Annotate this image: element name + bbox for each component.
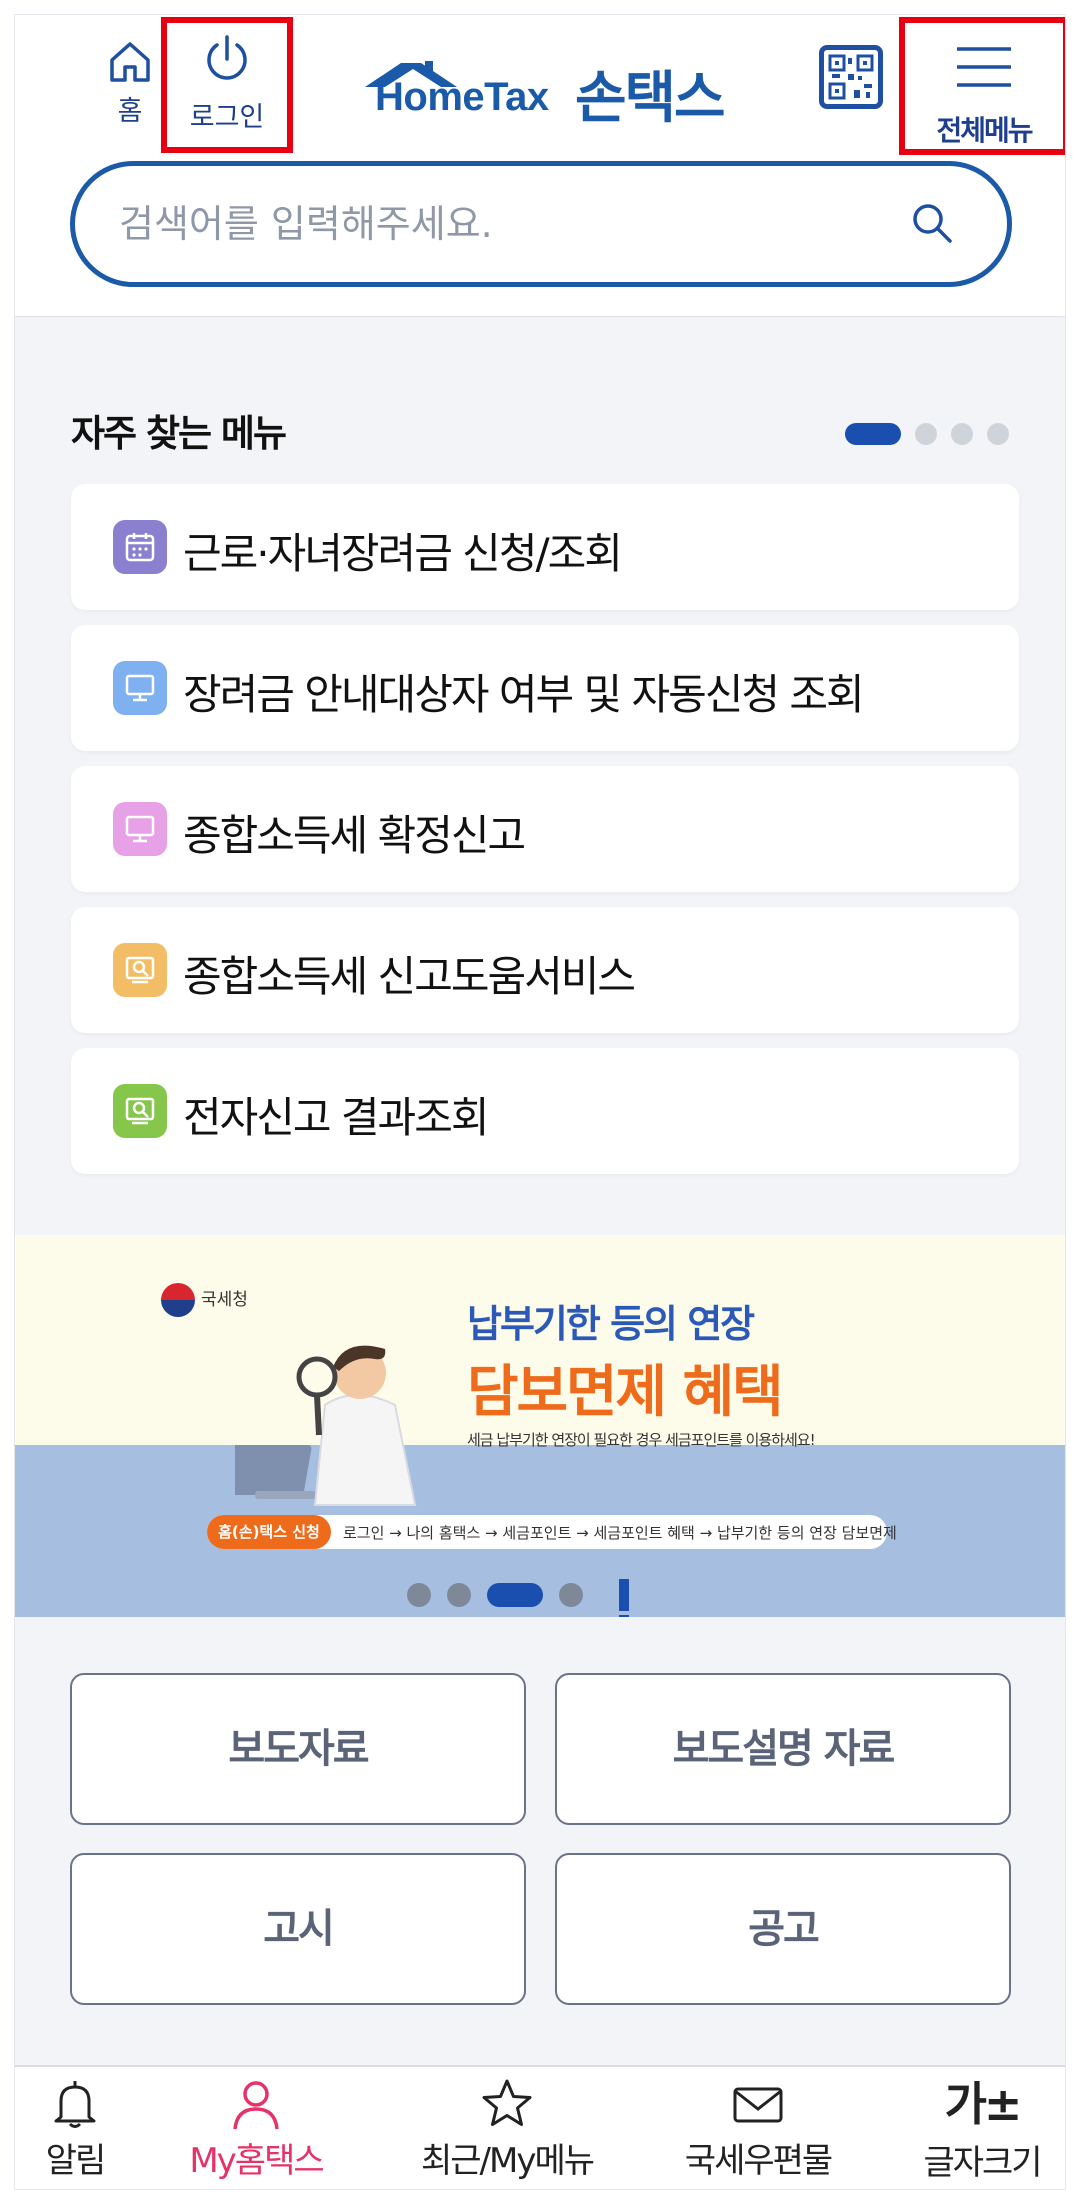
login-label: 로그인 <box>189 102 265 133</box>
pause-icon[interactable] <box>619 1579 653 1611</box>
all-menu-button[interactable]: 전체메뉴 <box>899 17 1065 155</box>
frequent-item-label: 근로·자녀장려금 신청/조회 <box>183 529 623 578</box>
notice-button[interactable]: 고시 <box>70 1853 526 2005</box>
person-icon <box>233 2081 279 2130</box>
search-icon[interactable] <box>909 200 955 246</box>
nav-label: 알림 <box>45 2141 107 2181</box>
frequent-item-label: 장려금 안내대상자 여부 및 자동신청 조회 <box>183 670 865 719</box>
power-icon <box>207 35 247 80</box>
person-magnifier-illustration <box>235 1345 417 1506</box>
nav-label: 최근/My메뉴 <box>420 2141 595 2181</box>
app-screen: 홈 로그인 HomeTax 손택스 전체메뉴 검색어를 입력해주세요. 자주 찾… <box>14 14 1066 2190</box>
logo-korean: 손택스 <box>575 66 726 131</box>
nav-label: 글자크기 <box>923 2143 1042 2183</box>
hometax-logo[interactable]: HomeTax 손택스 <box>361 41 753 131</box>
frequent-item-earned-income-incentive[interactable]: 근로·자녀장려금 신청/조회 <box>71 484 1019 610</box>
frequent-item-label: 종합소득세 신고도움서비스 <box>183 952 636 1001</box>
banner-steps: 홈(손)택스 신청 로그인 → 나의 홈택스 → 세금포인트 → 세금포인트 혜… <box>207 1515 897 1549</box>
mail-icon <box>733 2087 783 2123</box>
nav-recent-my-menu[interactable]: 최근/My메뉴 <box>407 2067 607 2189</box>
promo-banner[interactable]: 국세청 납부기한 등의 연장 담보면제 혜택 세금 납부기한 연장이 필요한 경… <box>15 1235 1065 1617</box>
banner-title: 담보면제 혜택 <box>467 1360 784 1425</box>
banner-step-tag: 홈(손)택스 신청 <box>207 1515 331 1549</box>
frequent-item-label: 종합소득세 확정신고 <box>183 811 526 860</box>
banner-dot[interactable] <box>559 1583 583 1607</box>
login-button[interactable]: 로그인 <box>161 17 293 153</box>
banner-subtitle: 세금 납부기한 연장이 필요한 경우 세금포인트를 이용하세요! <box>467 1431 816 1449</box>
announcement-button[interactable]: 공고 <box>555 1853 1011 2005</box>
text-size-icon: 가± <box>944 2077 1023 2131</box>
nts-logo: 국세청 <box>161 1283 248 1317</box>
pager-dot[interactable] <box>915 423 937 445</box>
banner-dot-active[interactable] <box>487 1583 543 1607</box>
search-bar <box>70 161 1012 287</box>
banner-dot[interactable] <box>447 1583 471 1607</box>
bottom-nav: 알림 My홈택스 최근/My메뉴 국세우편물 가± 글자크기 <box>15 2065 1065 2189</box>
banner-step-path: 로그인 → 나의 홈택스 → 세금포인트 → 세금포인트 혜택 → 납부기한 등… <box>343 1524 897 1542</box>
nav-notifications[interactable]: 알림 <box>15 2067 135 2189</box>
search-input[interactable] <box>119 196 879 252</box>
pager-dot[interactable] <box>951 423 973 445</box>
frequent-item-e-filing-result[interactable]: 전자신고 결과조회 <box>71 1048 1019 1174</box>
frequent-item-label: 전자신고 결과조회 <box>183 1093 489 1142</box>
frequent-item-income-tax-return[interactable]: 종합소득세 확정신고 <box>71 766 1019 892</box>
home-icon <box>110 42 150 82</box>
nav-label: My홈택스 <box>189 2141 324 2181</box>
nav-my-hometax[interactable]: My홈택스 <box>165 2067 347 2189</box>
pager-dot-active[interactable] <box>845 423 901 445</box>
nav-text-size[interactable]: 가± 글자크기 <box>907 2067 1057 2189</box>
star-icon <box>482 2079 532 2126</box>
monitor-icon <box>113 661 167 715</box>
frequent-menu-title: 자주 찾는 메뉴 <box>71 412 287 455</box>
search-document-icon <box>113 1084 167 1138</box>
frequent-menu-pager[interactable] <box>845 423 1009 445</box>
banner-headline: 납부기한 등의 연장 <box>467 1302 755 1346</box>
qr-code-button[interactable] <box>819 45 883 109</box>
banner-dot[interactable] <box>407 1583 431 1607</box>
press-explanation-button[interactable]: 보도설명 자료 <box>555 1673 1011 1825</box>
nav-tax-mail[interactable]: 국세우편물 <box>673 2067 843 2189</box>
banner-pager[interactable] <box>407 1579 653 1611</box>
calendar-icon <box>113 520 167 574</box>
nav-label: 국세우편물 <box>684 2141 833 2181</box>
search-document-icon <box>113 943 167 997</box>
press-release-button[interactable]: 보도자료 <box>70 1673 526 1825</box>
all-menu-label: 전체메뉴 <box>936 114 1033 147</box>
qr-code-icon <box>828 54 874 100</box>
hamburger-menu-icon <box>957 47 1011 87</box>
logo-english: HomeTax <box>375 75 549 119</box>
pager-dot[interactable] <box>987 423 1009 445</box>
header: 홈 로그인 HomeTax 손택스 전체메뉴 <box>15 15 1065 317</box>
frequent-item-income-tax-help-service[interactable]: 종합소득세 신고도움서비스 <box>71 907 1019 1033</box>
taegeuk-icon <box>161 1283 195 1317</box>
frequent-item-incentive-target-check[interactable]: 장려금 안내대상자 여부 및 자동신청 조회 <box>71 625 1019 751</box>
monitor-icon <box>113 802 167 856</box>
bell-icon <box>54 2081 96 2128</box>
